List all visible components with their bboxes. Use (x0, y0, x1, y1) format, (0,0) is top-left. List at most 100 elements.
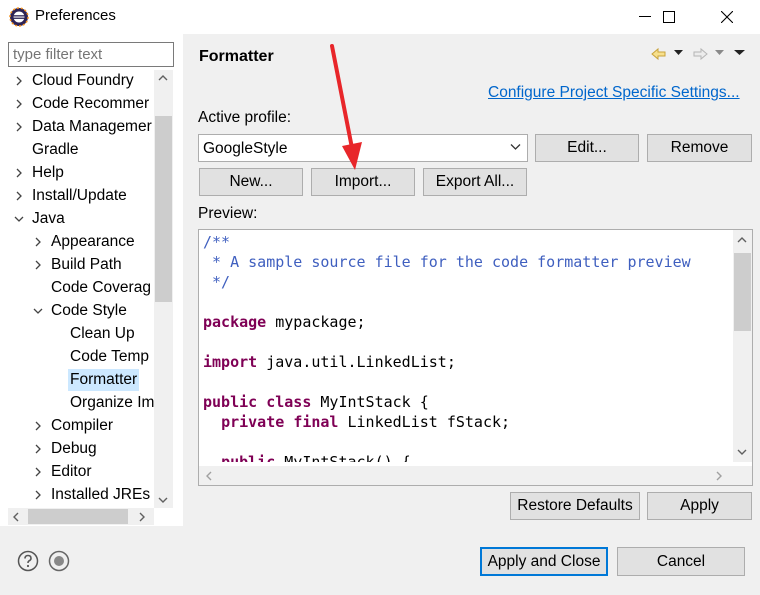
tree-item-label: Code Coverag (51, 279, 151, 296)
maximize-button[interactable] (646, 0, 692, 34)
forward-icon[interactable] (692, 46, 708, 62)
chevron-down-icon[interactable] (33, 306, 43, 316)
chevron-right-icon[interactable] (33, 237, 43, 247)
tree-item-label: Editor (51, 463, 92, 480)
chevron-down-icon (510, 144, 521, 150)
preview-horizontal-scrollbar[interactable] (199, 466, 734, 485)
export-button-label: Export All... (435, 173, 515, 190)
tree-item-label: Code Style (51, 302, 127, 319)
chevron-right-icon[interactable] (33, 260, 43, 270)
page-title: Formatter (199, 48, 274, 65)
scroll-right-icon[interactable] (138, 512, 146, 522)
code-text: MyIntStack() { (275, 453, 411, 462)
code-text: LinkedList fStack; (338, 413, 511, 431)
import-button[interactable]: Import... (311, 168, 415, 196)
code-line: import java.util.LinkedList; (203, 352, 456, 372)
code-text: MyIntStack { (311, 393, 429, 411)
tree-item-label: Code Recommer (32, 95, 150, 112)
profile-select[interactable]: GoogleStyle (198, 134, 528, 162)
chevron-right-icon[interactable] (14, 191, 24, 201)
new-button-label: New... (229, 173, 273, 190)
preview-code: /** * A sample source file for the code … (203, 230, 729, 462)
preview-vscroll-thumb[interactable] (734, 253, 751, 331)
preview-label: Preview: (198, 205, 258, 222)
eclipse-icon (9, 7, 29, 27)
scroll-up-icon[interactable] (158, 74, 168, 82)
preview-vertical-scrollbar[interactable] (733, 230, 752, 462)
tree-item-label: Organize Im (70, 394, 154, 411)
scroll-up-icon[interactable] (737, 236, 747, 244)
tree-item-label: Formatter (68, 369, 140, 391)
code-line: * A sample source file for the code form… (203, 252, 691, 272)
close-icon (721, 11, 733, 23)
code-text: java.util.LinkedList; (257, 353, 456, 371)
tree-item-label: Clean Up (70, 325, 135, 342)
chevron-right-icon[interactable] (14, 122, 24, 132)
code-keyword: class (266, 393, 312, 411)
tree-horizontal-scrollbar[interactable] (8, 508, 154, 525)
chevron-right-icon[interactable] (33, 490, 43, 500)
code-keyword: private (221, 413, 285, 431)
code-keyword: final (293, 413, 339, 431)
code-line: public MyIntStack() { (203, 452, 411, 462)
configure-project-settings-link[interactable]: Configure Project Specific Settings... (488, 84, 740, 102)
code-text: mypackage; (266, 313, 366, 331)
remove-button[interactable]: Remove (647, 134, 752, 162)
back-dropdown-icon[interactable] (674, 50, 683, 66)
code-comment: /** (203, 233, 231, 251)
restore-defaults-button[interactable]: Restore Defaults (510, 492, 640, 520)
chevron-down-icon[interactable] (14, 214, 24, 224)
chevron-right-icon[interactable] (33, 444, 43, 454)
new-profile-button[interactable]: New... (199, 168, 303, 196)
preference-tree-panel: Cloud Foundry Code Recommer Data Managemer… (0, 34, 183, 526)
tree-vscroll-thumb[interactable] (155, 116, 172, 302)
preview-pane[interactable]: /** * A sample source file for the code … (198, 229, 753, 486)
active-profile-label: Active profile: (198, 109, 292, 126)
scroll-down-icon[interactable] (158, 496, 168, 504)
code-line: /** (203, 232, 230, 252)
restore-defaults-label: Restore Defaults (517, 497, 633, 514)
chevron-right-icon[interactable] (14, 76, 24, 86)
code-keyword: import (203, 353, 258, 371)
code-keyword: public (203, 393, 258, 411)
scroll-left-icon[interactable] (12, 512, 20, 522)
tree-hscroll-thumb[interactable] (28, 509, 128, 524)
export-all-button[interactable]: Export All... (423, 168, 527, 196)
code-comment: */ (203, 273, 231, 291)
filter-input[interactable] (8, 42, 174, 67)
tree-item-label: Code Temp (70, 348, 149, 365)
chevron-right-icon[interactable] (14, 99, 24, 109)
code-line: package mypackage; (203, 312, 366, 332)
apply-and-close-label: Apply and Close (487, 552, 601, 570)
close-button[interactable] (704, 0, 750, 34)
scroll-down-icon[interactable] (737, 448, 747, 456)
title-bar: Preferences (0, 0, 760, 34)
record-icon[interactable] (48, 550, 70, 572)
scroll-left-icon[interactable] (205, 471, 213, 481)
tree-item-label: Install/Update (32, 187, 127, 204)
tree-item-label: Gradle (32, 141, 79, 158)
view-menu-icon[interactable] (734, 50, 745, 66)
edit-button-label: Edit... (567, 139, 607, 156)
cancel-button[interactable]: Cancel (617, 547, 745, 576)
apply-button[interactable]: Apply (647, 492, 752, 520)
back-icon[interactable] (651, 46, 667, 62)
chevron-right-icon[interactable] (33, 467, 43, 477)
tree-item-label: Compiler (51, 417, 114, 434)
tree-item-label: Help (32, 164, 64, 181)
help-icon[interactable] (17, 550, 39, 572)
chevron-right-icon[interactable] (33, 421, 43, 431)
apply-and-close-button[interactable]: Apply and Close (480, 547, 608, 576)
tree-item-label: Debug (51, 440, 97, 457)
forward-dropdown-icon[interactable] (715, 50, 724, 66)
code-keyword: public (221, 453, 276, 462)
chevron-right-icon[interactable] (14, 168, 24, 178)
tree-item-label: Appearance (51, 233, 135, 250)
tree-vertical-scrollbar[interactable] (154, 70, 173, 508)
window-title: Preferences (35, 7, 116, 24)
code-line: public class MyIntStack { (203, 392, 429, 412)
scroll-right-icon[interactable] (715, 471, 723, 481)
edit-button[interactable]: Edit... (535, 134, 639, 162)
